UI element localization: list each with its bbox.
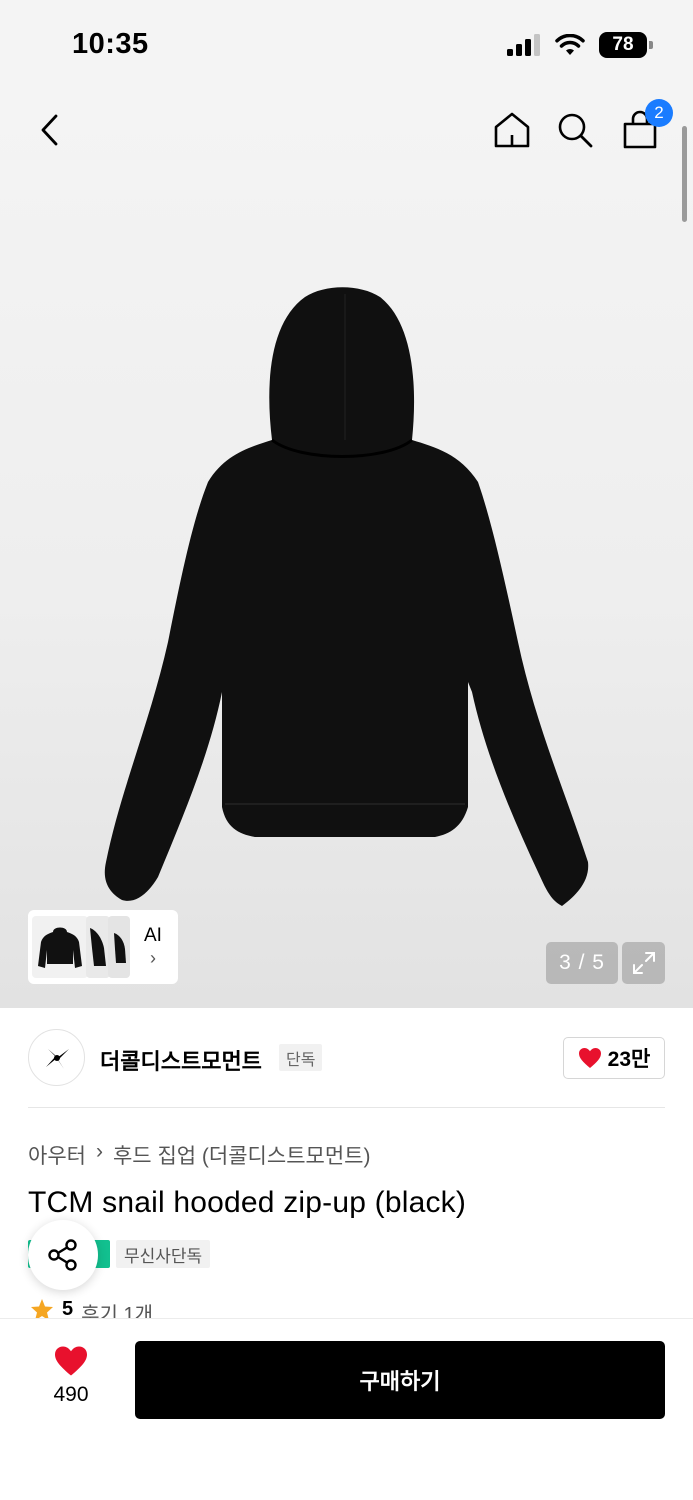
expand-button[interactable] (622, 942, 665, 984)
brand-logo-icon (45, 1048, 69, 1069)
signal-icon (507, 34, 540, 56)
heart-icon (578, 1048, 601, 1068)
status-time: 10:35 (72, 28, 149, 60)
chevron-left-icon (41, 114, 58, 146)
brand-name[interactable]: 더콜디스트모먼트 (100, 1044, 262, 1076)
back-button[interactable] (25, 105, 75, 155)
wifi-icon (555, 34, 585, 55)
hoodie-thumbnail-icon (90, 928, 106, 966)
home-icon (494, 112, 530, 148)
wishlist-count: 490 (53, 1383, 89, 1406)
cart-button[interactable]: 2 (615, 99, 673, 155)
brand-exclusive-tag: 단독 (279, 1044, 323, 1071)
chevron-right-icon: › (149, 948, 156, 968)
divider (28, 1107, 665, 1108)
breadcrumb-item-category[interactable]: 아우터 (28, 1140, 86, 1170)
brand-like-count: 23만 (607, 1048, 651, 1071)
thumbnail-3[interactable] (108, 916, 130, 978)
thumbnail-1[interactable] (32, 916, 88, 978)
wishlist-button[interactable]: 490 (40, 1345, 102, 1407)
brand-logo[interactable] (28, 1029, 85, 1086)
status-icons: 78 (507, 32, 653, 58)
breadcrumb-item-subcategory[interactable]: 후드 집업 (더콜디스트모먼트) (113, 1140, 371, 1170)
buy-button[interactable]: 구매하기 (135, 1341, 665, 1419)
share-button[interactable] (28, 1220, 98, 1290)
bottom-action-bar: 490 구매하기 (0, 1318, 693, 1500)
product-image (104, 287, 589, 906)
exclusive-tag: 무신사단독 (116, 1240, 211, 1268)
scroll-indicator[interactable] (682, 126, 687, 222)
status-bar: 10:35 78 (0, 0, 693, 92)
product-title: TCM snail hooded zip-up (black) (28, 1186, 467, 1219)
battery-indicator: 78 (599, 32, 653, 58)
product-gallery[interactable]: 2 AI › 3 / 5 (0, 92, 693, 1008)
review-count[interactable]: 후기 1개 (81, 1298, 153, 1320)
expand-icon (632, 952, 655, 974)
thumbnail-2[interactable] (86, 916, 110, 978)
breadcrumb-separator-icon: › (95, 1140, 103, 1163)
share-icon (48, 1239, 77, 1271)
breadcrumb: 아우터 › 후드 집업 (더콜디스트모먼트) (28, 1140, 370, 1170)
hoodie-thumbnail-icon (114, 933, 126, 963)
heart-icon (55, 1346, 87, 1376)
search-icon (558, 113, 593, 148)
ai-thumbnail-strip[interactable]: AI › (28, 910, 178, 984)
rating-row[interactable]: 5 후기 1개 (30, 1298, 153, 1320)
image-page-counter: 3 / 5 (546, 942, 618, 984)
star-icon (31, 1299, 53, 1320)
brand-row: 더콜디스트모먼트 단독 23만 (0, 1008, 693, 1108)
cart-count-badge: 2 (645, 99, 673, 127)
rating-score: 5 (62, 1298, 74, 1320)
brand-like-button[interactable]: 23만 (563, 1037, 665, 1079)
ai-text: AI (144, 925, 162, 946)
ai-label[interactable]: AI › (144, 925, 162, 969)
search-button[interactable] (550, 105, 600, 155)
home-button[interactable] (487, 105, 537, 155)
hoodie-thumbnail-icon (38, 927, 82, 968)
